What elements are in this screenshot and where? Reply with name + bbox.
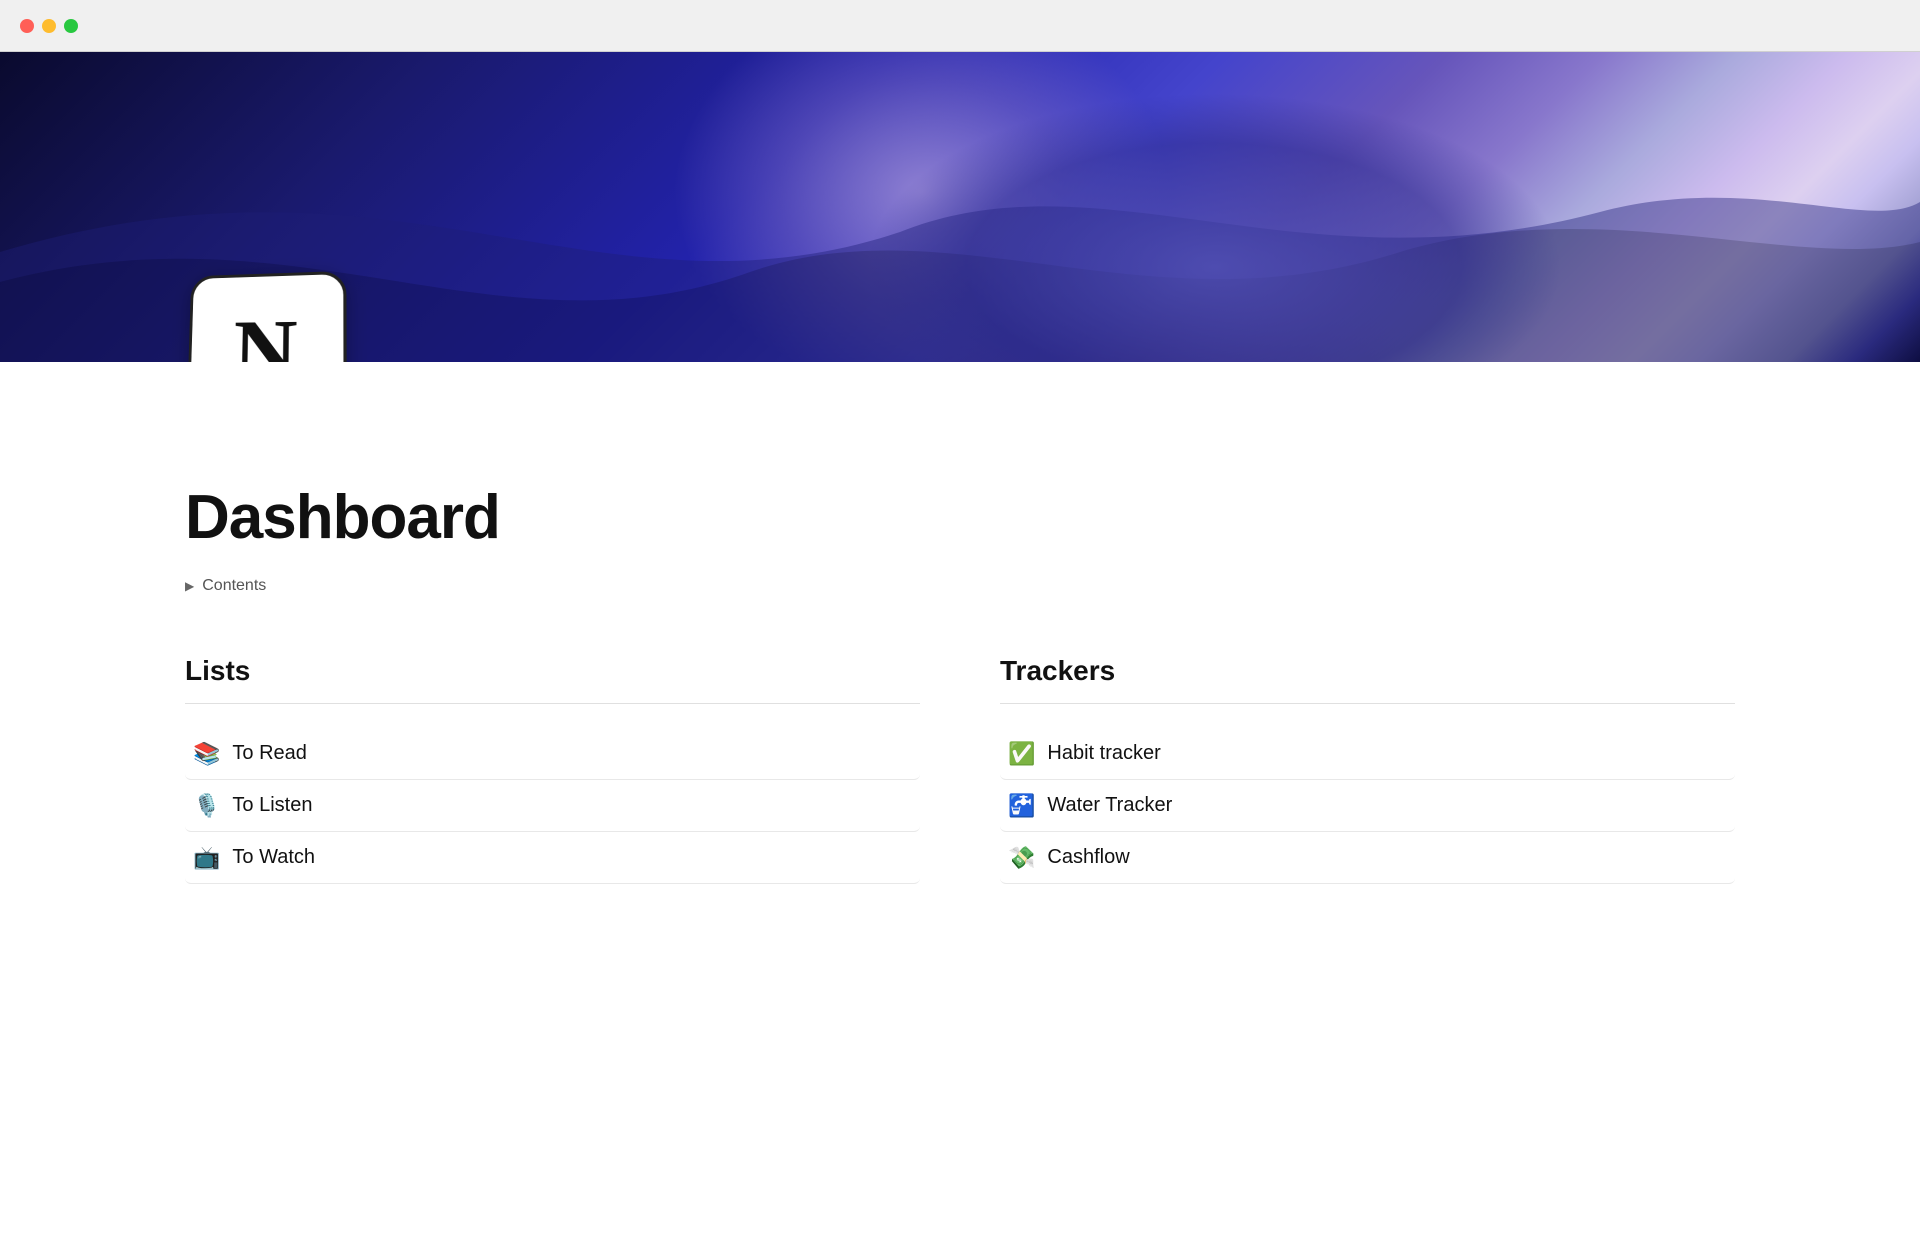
contents-label: Contents xyxy=(202,577,266,595)
lists-heading: Lists xyxy=(185,655,920,687)
toggle-arrow-icon: ▶ xyxy=(185,579,194,593)
list-item[interactable]: 🎙️ To Listen xyxy=(185,780,920,832)
lists-section: Lists 📚 To Read 🎙️ To Listen 📺 To Watch xyxy=(185,655,920,884)
page-title: Dashboard xyxy=(185,482,1735,553)
list-item-emoji: 📚 xyxy=(193,743,220,765)
list-item-emoji: 🎙️ xyxy=(193,795,220,817)
trackers-items: ✅ Habit tracker 🚰 Water Tracker 💸 Cashfl… xyxy=(1000,728,1735,884)
tracker-item[interactable]: 🚰 Water Tracker xyxy=(1000,780,1735,832)
close-button[interactable] xyxy=(20,19,34,33)
tracker-item-label: Habit tracker xyxy=(1047,742,1160,765)
minimize-button[interactable] xyxy=(42,19,56,33)
tracker-item-label: Cashflow xyxy=(1047,846,1129,869)
hero-banner: N xyxy=(0,52,1920,362)
tracker-item[interactable]: ✅ Habit tracker xyxy=(1000,728,1735,780)
page-container: N Dashboard ▶ Contents Lists 📚 To Read 🎙… xyxy=(0,52,1920,964)
trackers-section: Trackers ✅ Habit tracker 🚰 Water Tracker… xyxy=(1000,655,1735,884)
trackers-divider xyxy=(1000,703,1735,704)
tracker-item-label: Water Tracker xyxy=(1047,794,1172,817)
two-col-layout: Lists 📚 To Read 🎙️ To Listen 📺 To Watch … xyxy=(185,655,1735,884)
list-item-label: To Watch xyxy=(232,846,315,869)
notion-logo-letter: N xyxy=(232,307,297,362)
notion-logo-container: N xyxy=(185,272,345,362)
maximize-button[interactable] xyxy=(64,19,78,33)
lists-divider xyxy=(185,703,920,704)
tracker-item-emoji: ✅ xyxy=(1008,743,1035,765)
window-chrome xyxy=(0,0,1920,52)
list-item-label: To Read xyxy=(232,742,307,765)
tracker-item-emoji: 💸 xyxy=(1008,847,1035,869)
list-item[interactable]: 📺 To Watch xyxy=(185,832,920,884)
contents-toggle[interactable]: ▶ Contents xyxy=(185,577,1735,595)
main-content: Dashboard ▶ Contents Lists 📚 To Read 🎙️ … xyxy=(0,362,1920,964)
list-item[interactable]: 📚 To Read xyxy=(185,728,920,780)
list-item-label: To Listen xyxy=(232,794,312,817)
tracker-item-emoji: 🚰 xyxy=(1008,795,1035,817)
trackers-heading: Trackers xyxy=(1000,655,1735,687)
lists-items: 📚 To Read 🎙️ To Listen 📺 To Watch xyxy=(185,728,920,884)
list-item-emoji: 📺 xyxy=(193,847,220,869)
notion-logo: N xyxy=(186,271,346,362)
tracker-item[interactable]: 💸 Cashflow xyxy=(1000,832,1735,884)
